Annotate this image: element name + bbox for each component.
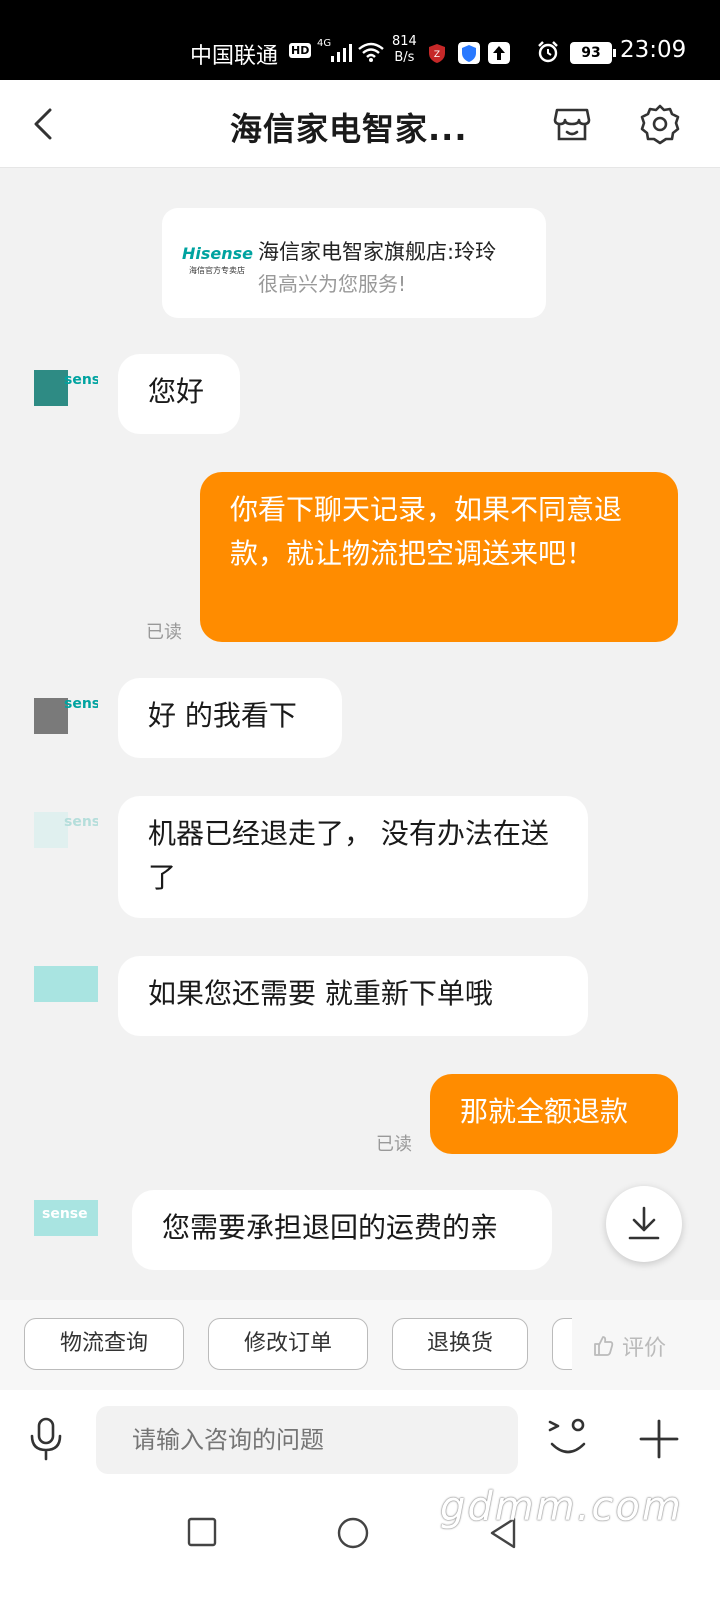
wifi-icon <box>358 42 384 62</box>
rate-button[interactable]: 评价 <box>592 1330 666 1362</box>
avatar-text: sense <box>42 1206 88 1222</box>
message-bubble-incoming: 机器已经退走了， 没有办法在送了 <box>118 796 588 918</box>
message-bubble-outgoing: 那就全额退款 <box>430 1074 678 1154</box>
page-title: 海信家电智家... <box>230 110 468 148</box>
clock: 23:09 <box>620 37 687 63</box>
plus-icon[interactable] <box>638 1418 680 1460</box>
brand-name: Hisense <box>182 244 254 263</box>
avatar[interactable]: sense <box>28 800 98 870</box>
avatar-block <box>34 966 98 1002</box>
watermark: gdmm.com <box>440 1484 683 1530</box>
message-bubble-incoming: 好 的我看下 <box>118 678 342 758</box>
read-receipt: 已读 <box>146 622 182 643</box>
message-input[interactable] <box>96 1406 518 1474</box>
emoji-icon[interactable] <box>546 1412 590 1464</box>
message-bubble-incoming: 您需要承担退回的运费的亲 <box>132 1190 552 1270</box>
avatar-text: sense <box>64 372 98 388</box>
network-type: 4G <box>317 38 332 49</box>
avatar-block <box>34 698 68 734</box>
status-bar: 中国联通 HD 4G 814 B/s Z 93 23:09 <box>0 0 720 80</box>
avatar[interactable]: sense <box>28 358 98 428</box>
upload-icon <box>488 42 510 64</box>
avatar[interactable]: sense <box>28 1198 98 1268</box>
avatar-text: sense <box>64 814 98 830</box>
settings-gear-icon[interactable] <box>638 102 682 146</box>
back-arrow-icon[interactable] <box>28 104 62 144</box>
quick-action-bar: 物流查询 修改订单 退换货 评价 <box>0 1300 720 1390</box>
battery-indicator: 93 <box>570 42 616 64</box>
avatar[interactable] <box>28 962 98 1032</box>
message-bubble-incoming: 您好 <box>118 354 240 434</box>
store-logo: Hisense 海信官方专卖店 <box>182 244 254 276</box>
hd-badge: HD <box>289 43 312 58</box>
shield-app-icon: Z <box>429 44 445 63</box>
read-receipt: 已读 <box>376 1134 412 1155</box>
svg-text:Z: Z <box>434 50 440 60</box>
store-greeting-card: Hisense 海信官方专卖店 海信家电智家旗舰店:玲玲 很高兴为您服务! <box>162 208 546 318</box>
quick-action-modify-order[interactable]: 修改订单 <box>208 1318 368 1370</box>
avatar-block <box>34 812 68 848</box>
title-bar: 海信家电智家... <box>0 80 720 168</box>
store-greeting: 很高兴为您服务! <box>258 272 407 296</box>
carrier-label: 中国联通 <box>190 44 279 69</box>
avatar-text: sense <box>64 696 98 712</box>
security-shield-icon <box>458 42 480 64</box>
quick-action-return-exchange[interactable]: 退换货 <box>392 1318 528 1370</box>
message-bubble-outgoing: 你看下聊天记录，如果不同意退款，就让物流把空调送来吧！ <box>200 472 678 642</box>
quick-action-partial[interactable] <box>552 1318 572 1370</box>
recent-apps-icon[interactable] <box>186 1516 218 1548</box>
scroll-to-bottom-button[interactable] <box>606 1186 682 1262</box>
avatar-block <box>34 370 68 406</box>
quick-action-logistics[interactable]: 物流查询 <box>24 1318 184 1370</box>
network-speed: 814 B/s <box>392 34 417 66</box>
store-icon[interactable] <box>552 104 592 144</box>
download-arrow-icon <box>628 1206 660 1240</box>
brand-subtitle: 海信官方专卖店 <box>189 266 245 275</box>
message-bubble-incoming: 如果您还需要 就重新下单哦 <box>118 956 588 1036</box>
store-agent-name: 海信家电智家旗舰店:玲玲 <box>258 240 497 264</box>
input-bar <box>0 1390 720 1490</box>
signal-icon <box>331 44 352 62</box>
microphone-icon[interactable] <box>28 1416 64 1462</box>
rate-label: 评价 <box>622 1336 667 1361</box>
speed-value: 814 <box>392 34 417 49</box>
home-icon[interactable] <box>336 1516 370 1550</box>
avatar[interactable]: sense <box>28 668 98 738</box>
alarm-icon <box>538 41 558 63</box>
speed-unit: B/s <box>394 50 415 65</box>
thumbs-up-icon <box>594 1336 614 1356</box>
